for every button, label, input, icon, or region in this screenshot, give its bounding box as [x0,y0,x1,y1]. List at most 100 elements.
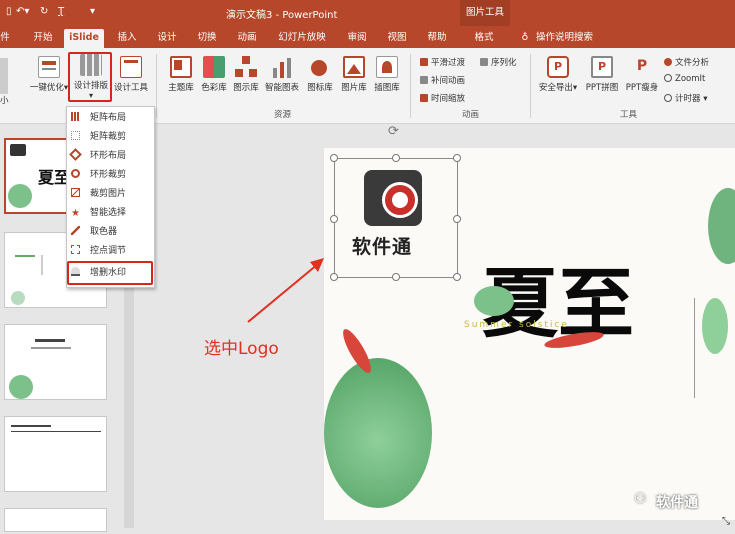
tab-transitions[interactable]: 切换 [192,29,222,48]
export-icon: P [547,56,569,78]
slide-divider-line [694,298,695,398]
annotation-text: 选中Logo [204,339,279,359]
thumbnail-slide-5[interactable] [4,508,107,532]
redo-icon[interactable]: ↻ [40,6,48,17]
highlight-design-layout [68,52,112,102]
puzzle-icon: P [591,56,613,78]
tab-islide[interactable]: iSlide [64,29,104,48]
slim-icon: P [636,58,648,74]
design-tools-button[interactable]: 设计工具 [112,56,150,93]
resize-handle[interactable] [330,273,338,281]
picture-icon [343,56,365,78]
menu-item-matrix-layout[interactable]: 矩阵布局 [71,109,126,127]
resize-corner-icon: ⤡ [722,516,730,527]
ppt-slim-label: PPT瘦身 [625,83,659,93]
tell-me-search[interactable]: 操作说明搜索 [536,29,598,48]
resource-group-label: 资源 [274,110,292,120]
watermark-text: 软件通 [656,495,698,511]
ring-layout-icon [69,148,82,161]
slide-subtitle: Summer solstice [464,320,569,330]
diagram-library-button[interactable]: 图示库 [230,56,262,93]
tab-help[interactable]: 帮助 [422,29,452,48]
color-library-label: 色彩库 [201,83,227,93]
tab-animations[interactable]: 动画 [232,29,262,48]
resize-handle[interactable] [453,215,461,223]
resize-handle[interactable] [453,273,461,281]
smart-chart-button[interactable]: 智能图表 [262,56,302,93]
annotation-arrow [247,258,324,323]
menu-item-crop-picture[interactable]: 裁剪图片 [71,185,126,203]
diagram-library-label: 图示库 [233,83,259,93]
slide-canvas[interactable]: 软件通 夏至 Summer solstice [324,148,735,520]
timer-button[interactable]: 计时器 ▾ [664,92,707,104]
picture-library-label: 图片库 [341,83,367,93]
menu-item-matrix-crop[interactable]: 矩阵裁剪 [71,128,126,146]
customize-qat-icon[interactable]: ▾ [90,6,95,17]
lotus-leaf-edge [708,188,735,264]
file-analysis-button[interactable]: 文件分析 [664,56,709,68]
zoomit-icon [664,74,672,82]
picture-tools-label: 图片工具 [460,0,510,26]
tab-view[interactable]: 视图 [382,29,412,48]
tab-design[interactable]: 设计 [152,29,182,48]
menu-item-handle-adjust[interactable]: 控点调节 [71,242,126,260]
ppt-puzzle-button[interactable]: P PPT拼图 [582,56,622,93]
color-library-button[interactable]: 色彩库 [198,56,230,93]
eyedropper-icon [71,226,80,235]
safe-export-button[interactable]: P 安全导出▾ [538,56,578,93]
picture-library-button[interactable]: 图片库 [338,56,370,93]
resize-handle[interactable] [330,215,338,223]
lotus-leaf-large [324,358,432,508]
smooth-transition-button[interactable]: 平滑过渡 [420,56,465,68]
safe-export-label: 安全导出 [538,83,573,93]
tab-format[interactable]: 格式 [464,29,504,48]
theme-library-button[interactable]: 主题库 [164,56,198,93]
tween-animation-button[interactable]: 补间动画 [420,74,465,86]
tab-file[interactable]: 件 [0,29,10,48]
thumbnail-slide-3[interactable] [4,324,107,400]
menu-item-ring-crop[interactable]: 环形裁剪 [71,166,126,184]
ribbon-divider [410,54,411,118]
tab-review[interactable]: 审阅 [342,29,372,48]
serialize-button[interactable]: 序列化 [480,56,517,68]
undo-icon[interactable]: ↶▾ [16,6,29,17]
one-click-optimize-label: 一键优化 [29,83,64,93]
ppt-slim-button[interactable]: P PPT瘦身 [622,56,662,93]
logo-selection-box[interactable] [330,154,461,281]
resize-handle[interactable] [392,273,400,281]
collapsed-group-icon[interactable] [0,58,8,94]
tab-home[interactable]: 开始 [24,29,62,48]
bar-chart-icon [271,56,293,78]
animation-group-label: 动画 [462,110,480,120]
rotate-handle-icon[interactable]: ⟳ [388,124,399,139]
resize-handle[interactable] [453,154,461,162]
zoomit-button[interactable]: ZoomIt [664,74,705,84]
start-slideshow-icon[interactable]: Ʈ [58,6,64,17]
crop-picture-icon [71,188,80,197]
icon-library-button[interactable]: 图标库 [304,56,336,93]
autosave-icon[interactable]: ▯ [6,6,12,17]
ribbon-tabs: 件 开始 iSlide 插入 设计 切换 动画 幻灯片放映 审阅 视图 帮助 格… [0,26,735,48]
file-analysis-icon [664,58,672,66]
ppt-theme-icon [170,56,192,78]
resize-handle[interactable] [330,154,338,162]
theme-library-label: 主题库 [168,83,194,93]
thumbnail-slide-4[interactable] [4,416,107,492]
one-click-optimize-button[interactable]: 一键优化▾ [28,56,70,93]
title-bar: ▯ ↶▾ ↻ Ʈ ▾ 演示文稿3 - PowerPoint 图片工具 [0,0,735,26]
menu-item-ring-layout[interactable]: 环形布局 [69,147,126,165]
menu-item-smart-select[interactable]: ★ 智能选择 [71,204,126,222]
icon-library-icon [309,56,331,78]
time-scale-button[interactable]: 时间缩放 [420,92,465,104]
menu-item-color-picker[interactable]: 取色器 [71,223,117,241]
resize-handle[interactable] [392,154,400,162]
handle-adjust-icon [71,245,80,254]
lotus-leaf-small [474,286,514,316]
icon-library-label: 图标库 [307,83,333,93]
ppt-puzzle-label: PPT拼图 [585,83,619,93]
tab-insert[interactable]: 插入 [112,29,142,48]
time-scale-icon [420,94,428,102]
tab-slideshow[interactable]: 幻灯片放映 [274,29,330,48]
illustration-library-button[interactable]: 插图库 [370,56,404,93]
diagram-icon [235,56,257,78]
